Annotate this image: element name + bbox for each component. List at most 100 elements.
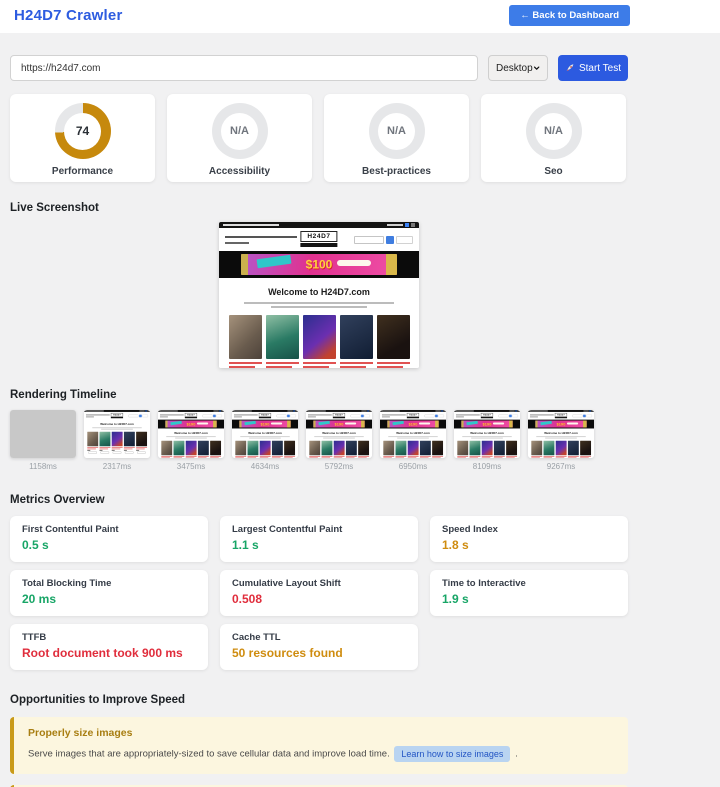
mini-search-input: [424, 414, 435, 418]
mini-nav-links: [381, 414, 406, 418]
mini-product-grid: [454, 440, 520, 458]
device-select[interactable]: Desktop: [488, 55, 548, 81]
mini-logo-bar: [554, 416, 568, 419]
timeline-frame: H24D7 $100 Welcome to H24D7.com: [158, 410, 224, 471]
score-card-seo[interactable]: N/A Seo: [481, 94, 626, 182]
score-card-best-practices[interactable]: N/A Best-practices: [324, 94, 469, 182]
mini-search-button: [287, 414, 290, 418]
mini-product-grid: [84, 431, 150, 454]
rendering-timeline-heading: Rendering Timeline: [10, 389, 117, 401]
mini-product-grid: [380, 440, 446, 458]
back-to-dashboard-button[interactable]: ← Back to Dashboard: [509, 5, 630, 26]
mini-site-logo: H24D7: [184, 412, 198, 419]
opportunity-title: Properly size images: [28, 727, 133, 739]
timeline-thumbnail[interactable]: H24D7 $100 Welcome to H24D7.com: [158, 410, 224, 458]
mini-product-card: [505, 440, 517, 458]
best-practices-donut-chart: N/A: [368, 103, 425, 159]
mini-product-card: [431, 440, 443, 458]
mini-nav-links: [159, 414, 184, 418]
metric-card-tbt: Total Blocking Time 20 ms: [10, 570, 208, 616]
page-title: H24D7 Crawler: [14, 7, 123, 24]
timeline-thumbnail[interactable]: [10, 410, 76, 458]
mini-banner-amount: $100: [556, 421, 566, 427]
mini-language-select: [512, 414, 519, 418]
best-practices-label: Best-practices: [362, 166, 431, 177]
mini-tagline-line: [244, 302, 394, 304]
mini-tagline-line: [175, 437, 207, 439]
mini-product-card: [481, 440, 493, 458]
mini-nav-links: [233, 414, 258, 418]
test-controls-row: Desktop Start Test: [10, 55, 628, 81]
mini-ad-banner: $100: [535, 420, 587, 428]
url-input[interactable]: [10, 55, 478, 81]
timeline-frame: H24D7 $100 Welcome to H24D7.com: [528, 410, 594, 471]
learn-size-images-button[interactable]: Learn how to size images: [394, 746, 511, 762]
mini-product-cover: [235, 440, 247, 456]
timeline-thumbnail[interactable]: H24D7 $100 Welcome to H24D7.com: [84, 410, 150, 458]
mini-ad-banner: $100: [313, 420, 365, 428]
mini-product-cover: [259, 440, 271, 456]
mini-site-body: Welcome to H24D7.com: [84, 420, 150, 454]
timeline-thumbnail[interactable]: H24D7 $100 Welcome to H24D7.com: [306, 410, 372, 458]
mini-product-cover: [283, 440, 295, 456]
mini-website-page: H24D7 $100 Welcome to H24D7.com: [380, 410, 446, 458]
mini-topbar-text: [223, 224, 279, 226]
rocket-icon: [566, 64, 574, 71]
timeline-thumbnail[interactable]: H24D7 $100 Welcome to H24D7.com: [528, 410, 594, 458]
score-card-accessibility[interactable]: N/A Accessibility: [167, 94, 312, 182]
mini-product-card: [185, 440, 197, 458]
timeline-thumbnail[interactable]: H24D7 $100 Welcome to H24D7.com: [232, 410, 298, 458]
metric-label: Largest Contentful Paint: [232, 524, 343, 535]
mini-ad-banner: $100: [241, 254, 397, 275]
metric-label: Cumulative Layout Shift: [232, 578, 341, 589]
mini-tagline-line: [323, 437, 355, 439]
mini-product-cover: [345, 440, 357, 456]
seo-donut-chart: N/A: [525, 103, 582, 159]
mini-banner-pill: [270, 422, 283, 425]
timeline-timestamp: 1158ms: [29, 462, 57, 471]
mini-product-card: [283, 440, 295, 458]
mini-product-card: [493, 440, 505, 458]
mini-product-button: [124, 451, 134, 454]
mini-ad-banner-strip: $100: [380, 419, 446, 429]
mini-product-cover: [481, 440, 493, 456]
metric-label: Speed Index: [442, 524, 498, 535]
performance-score-value: 74: [64, 112, 101, 150]
mini-banner-pill: [337, 260, 371, 266]
mini-tagline-line: [545, 437, 577, 439]
start-test-button[interactable]: Start Test: [558, 55, 628, 81]
mini-product-button: [137, 451, 146, 454]
mini-language-select: [216, 414, 223, 418]
mini-logo-bar: [110, 416, 124, 419]
mini-website-page: H24D7 $100 Welcome to H24D7.com: [158, 410, 224, 458]
mini-site-body: Welcome to H24D7.com: [528, 428, 594, 458]
mini-product-cover: [185, 440, 197, 456]
timeline-timestamp: 6950ms: [398, 462, 428, 471]
mini-product-button: [100, 451, 110, 454]
accessibility-score-value: N/A: [221, 112, 258, 150]
mini-ad-banner: $100: [239, 420, 291, 428]
metrics-grid: First Contentful Paint 0.5 s Largest Con…: [10, 516, 628, 670]
mini-product-cover: [228, 315, 262, 359]
mini-logo-bar: [480, 416, 494, 419]
mini-search-input: [498, 414, 509, 418]
mini-logo-bar: [258, 416, 272, 419]
mini-welcome-heading: Welcome to H24D7.com: [322, 431, 356, 435]
opportunities-heading: Opportunities to Improve Speed: [10, 694, 186, 706]
mini-ad-banner-strip: $100: [158, 419, 224, 429]
mini-product-cover: [531, 440, 543, 456]
mini-banner-amount: $100: [186, 421, 196, 427]
timeline-thumbnail[interactable]: H24D7 $100 Welcome to H24D7.com: [380, 410, 446, 458]
mini-ad-banner-strip: $100: [219, 251, 419, 278]
mini-search-button: [435, 414, 438, 418]
score-card-performance[interactable]: 74 Performance: [10, 94, 155, 182]
mini-product-cover: [271, 440, 283, 456]
timeline-frame: 1158ms: [10, 410, 76, 471]
mini-product-card: [309, 440, 321, 458]
mini-search-input: [572, 414, 583, 418]
timeline-thumbnail[interactable]: H24D7 $100 Welcome to H24D7.com: [454, 410, 520, 458]
mini-product-card: [135, 431, 147, 454]
mini-ad-banner-strip: $100: [454, 419, 520, 429]
mini-product-cover: [173, 440, 185, 456]
opportunity-suffix: .: [515, 748, 518, 760]
